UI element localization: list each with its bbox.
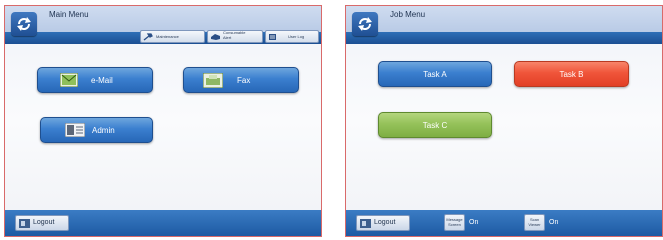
page-title: Job Menu [390,10,426,19]
email-label: e-Mail [91,76,113,85]
envelope-icon [60,73,78,87]
user-log-label: User Log [288,34,305,39]
fax-label: Fax [237,76,251,85]
task-c-label: Task C [422,121,448,130]
fax-button[interactable]: Fax [183,67,299,93]
scan-viewer-button[interactable]: Scan Viewer [524,214,545,231]
bottom-bar: Logout [5,210,321,236]
logout-icon [19,219,30,228]
job-menu-screen: Job Menu Task A Task B Task C Logout Mes… [345,5,663,237]
logout-label: Logout [33,219,55,226]
task-c-button[interactable]: Task C [378,112,492,138]
wrench-icon [143,33,153,41]
home-button[interactable] [11,12,37,36]
logout-label: Logout [374,219,396,226]
logout-button[interactable]: Logout [15,215,69,231]
maintenance-button[interactable]: Maintenance [140,30,205,43]
maintenance-label: Maintenance [156,34,179,39]
consumable-alert-button[interactable]: Consumable Alert [207,30,263,43]
refresh-icon [358,17,372,31]
message-screen-status: On [469,219,479,226]
logout-button[interactable]: Logout [356,215,410,231]
home-button[interactable] [352,12,378,36]
task-b-button[interactable]: Task B [514,61,629,87]
task-a-button[interactable]: Task A [378,61,492,87]
page-title: Main Menu [49,10,89,19]
refresh-icon [17,17,31,31]
admin-label: Admin [92,126,115,135]
message-screen-button[interactable]: Message Screen [444,214,465,231]
title-bar: Main Menu [5,6,321,32]
admin-button[interactable]: Admin [40,117,153,143]
main-menu-screen: Main Menu Maintenance Consumable Alert U… [4,5,322,237]
scan-viewer-status: On [549,219,559,226]
admin-icon [65,123,85,137]
fax-icon [203,73,223,88]
task-b-label: Task B [559,70,584,79]
log-icon [269,34,276,40]
bottom-bar: Logout Message Screen On Scan Viewer On [346,210,662,236]
task-a-label: Task A [423,70,447,79]
header-stripe [346,32,662,44]
logout-icon [360,219,371,228]
title-bar: Job Menu [346,6,662,32]
message-screen-label: Message Screen [446,217,463,227]
email-button[interactable]: e-Mail [37,67,153,93]
cartridge-icon [211,34,220,40]
scan-viewer-label: Scan Viewer [528,217,541,227]
user-log-button[interactable]: User Log [265,30,319,43]
consumable-alert-label: Consumable Alert [223,30,246,40]
